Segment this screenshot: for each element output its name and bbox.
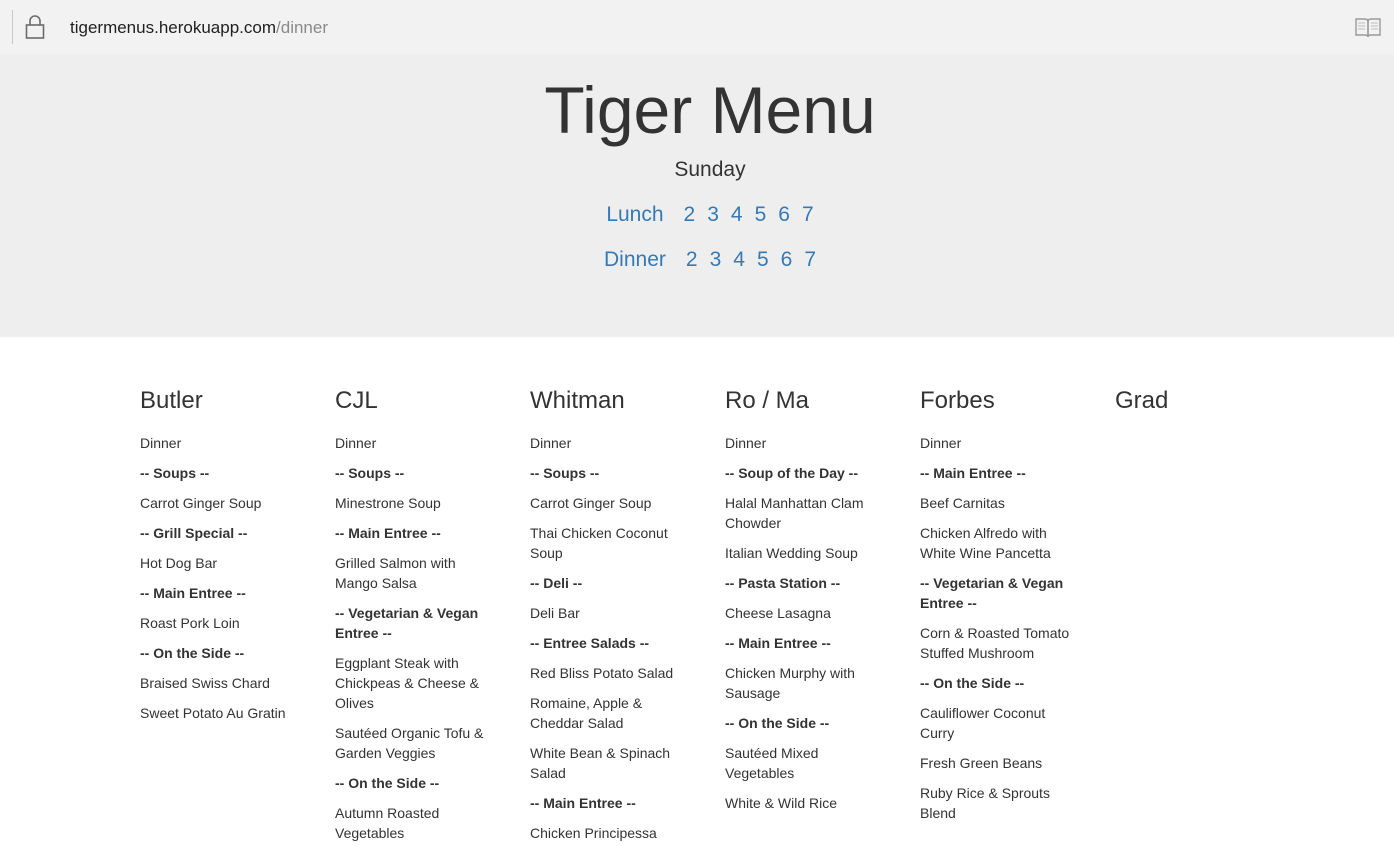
dinner-nav: Dinner 2 3 4 5 6 7 — [0, 248, 1394, 272]
hall-column-grad: Grad — [1115, 386, 1275, 433]
hall-column-whitman: Whitman Dinner -- Soups -- Carrot Ginger S… — [530, 386, 690, 846]
menu-category: -- Entree Salads -- — [530, 635, 650, 651]
lunch-link[interactable]: Lunch — [606, 203, 663, 226]
dinner-day-link[interactable]: 5 — [757, 248, 769, 271]
hall-column-roma: Ro / Ma Dinner -- Soup of the Day -- Halal… — [725, 386, 885, 823]
menu-item: Braised Swiss Chard — [140, 675, 270, 691]
menu-item: Deli Bar — [530, 605, 580, 621]
hall-name: CJL — [335, 387, 378, 414]
menu-item: Grilled Salmon with Mango Salsa — [335, 555, 456, 591]
menu-item: Thai Chicken Coconut Soup — [530, 525, 668, 561]
hall-name: Whitman — [530, 387, 625, 414]
menu-item: Italian Wedding Soup — [725, 545, 858, 561]
lunch-day-link[interactable]: 5 — [755, 203, 767, 226]
menu-item: Carrot Ginger Soup — [140, 495, 262, 511]
menu-item: Dinner — [725, 435, 767, 451]
lunch-day-link[interactable]: 7 — [802, 203, 814, 226]
menu-item: Ruby Rice & Sprouts Blend — [920, 785, 1050, 821]
hall-name: Ro / Ma — [725, 387, 810, 414]
lunch-nav: Lunch 2 3 4 5 6 7 — [0, 203, 1394, 227]
menu-category: -- Soup of the Day -- — [725, 465, 858, 481]
menu-item: Beef Carnitas — [920, 495, 1005, 511]
menu-category: -- Grill Special -- — [140, 525, 248, 541]
menu-category: -- Vegetarian & Vegan Entree -- — [335, 605, 479, 641]
hall-column-butler: Butler Dinner -- Soups -- Carrot Ginger So… — [140, 386, 300, 733]
menu-item: Corn & Roasted Tomato Stuffed Mushroom — [920, 625, 1070, 661]
menu-list: Dinner -- Soups -- Minestrone Soup -- Main … — [335, 433, 495, 843]
menu-category: -- Soups -- — [530, 465, 600, 481]
dinner-day-link[interactable]: 7 — [804, 248, 816, 271]
reader-view-icon[interactable] — [1354, 16, 1382, 40]
menu-item: Chicken Alfredo with White Wine Pancetta — [920, 525, 1051, 561]
menu-category: -- Main Entree -- — [335, 525, 441, 541]
menu-category: -- On the Side -- — [335, 775, 440, 791]
menu-item: Cheese Lasagna — [725, 605, 831, 621]
dinner-day-link[interactable]: 3 — [710, 248, 722, 271]
menu-category: -- Main Entree -- — [725, 635, 831, 651]
menu-item: Cauliflower Coconut Curry — [920, 705, 1046, 741]
menu-item: Eggplant Steak with Chickpeas & Cheese &… — [335, 655, 479, 711]
menu-item: Halal Manhattan Clam Chowder — [725, 495, 864, 531]
hall-column-forbes: Forbes Dinner -- Main Entree -- Beef Carni… — [920, 386, 1080, 833]
lock-icon[interactable] — [24, 14, 46, 40]
menu-item: Roast Pork Loin — [140, 615, 240, 631]
address-bar: tigermenus.herokuapp.com/dinner — [0, 0, 1394, 54]
url-host: tigermenus.herokuapp.com — [70, 18, 277, 37]
menu-category: -- On the Side -- — [140, 645, 245, 661]
menu-item: White & Wild Rice — [725, 795, 838, 811]
lunch-day-link[interactable]: 2 — [684, 203, 696, 226]
menu-item: Dinner — [530, 435, 572, 451]
current-day: Sunday — [674, 158, 746, 181]
menu-category: -- Main Entree -- — [530, 795, 636, 811]
menu-category: -- Deli -- — [530, 575, 583, 591]
dinner-day-link[interactable]: 2 — [686, 248, 698, 271]
hall-name: Butler — [140, 387, 203, 414]
lunch-day-link[interactable]: 3 — [707, 203, 719, 226]
menu-item: Romaine, Apple & Cheddar Salad — [530, 695, 643, 731]
page-title: Tiger Menu — [544, 73, 876, 147]
lunch-day-link[interactable]: 4 — [731, 203, 743, 226]
menu-category: -- On the Side -- — [920, 675, 1025, 691]
menu-item: Minestrone Soup — [335, 495, 441, 511]
menu-item: Chicken Murphy with Sausage — [725, 665, 855, 701]
menu-item: Sautéed Mixed Vegetables — [725, 745, 819, 781]
hall-column-cjl: CJL Dinner -- Soups -- Minestrone Soup -- M… — [335, 386, 495, 846]
menu-category: -- Main Entree -- — [140, 585, 246, 601]
menu-category: -- Main Entree -- — [920, 465, 1026, 481]
menu-item: Sautéed Organic Tofu & Garden Veggies — [335, 725, 484, 761]
menu-item: Chicken Principessa — [530, 825, 657, 841]
menu-category: -- Soups -- — [335, 465, 405, 481]
menu-item: Sweet Potato Au Gratin — [140, 705, 286, 721]
menu-list: Dinner -- Soups -- Carrot Ginger Soup -- Gr… — [140, 433, 300, 723]
menu-category: -- Pasta Station -- — [725, 575, 841, 591]
menu-item: Dinner — [140, 435, 182, 451]
menu-list: Dinner -- Soups -- Carrot Ginger Soup Thai … — [530, 433, 690, 843]
menu-item: Carrot Ginger Soup — [530, 495, 652, 511]
url-field[interactable]: tigermenus.herokuapp.com/dinner — [70, 18, 328, 38]
menu-list: Dinner -- Main Entree -- Beef Carnitas Chic… — [920, 433, 1080, 823]
url-path: /dinner — [276, 18, 328, 37]
menu-item: Hot Dog Bar — [140, 555, 218, 571]
menu-item: Autumn Roasted Vegetables — [335, 805, 440, 841]
hall-name: Forbes — [920, 387, 995, 414]
menu-item: Red Bliss Potato Salad — [530, 665, 674, 681]
dinner-day-link[interactable]: 4 — [733, 248, 745, 271]
menu-category: -- Soups -- — [140, 465, 210, 481]
menu-category: -- Vegetarian & Vegan Entree -- — [920, 575, 1064, 611]
header-jumbotron: Tiger Menu Sunday Lunch 2 3 4 5 6 7 Dinner 2 3 4 5… — [0, 54, 1394, 337]
menu-list: Dinner -- Soup of the Day -- Halal Manhatt… — [725, 433, 885, 813]
menu-item: Dinner — [920, 435, 962, 451]
dinner-link[interactable]: Dinner — [604, 248, 666, 271]
menu-item: White Bean & Spinach Salad — [530, 745, 671, 781]
lunch-day-link[interactable]: 6 — [778, 203, 790, 226]
menu-category: -- On the Side -- — [725, 715, 830, 731]
address-divider — [12, 10, 13, 44]
menu-item: Dinner — [335, 435, 377, 451]
menu-item: Fresh Green Beans — [920, 755, 1043, 771]
hall-name: Grad — [1115, 387, 1169, 414]
dinner-day-link[interactable]: 6 — [781, 248, 793, 271]
